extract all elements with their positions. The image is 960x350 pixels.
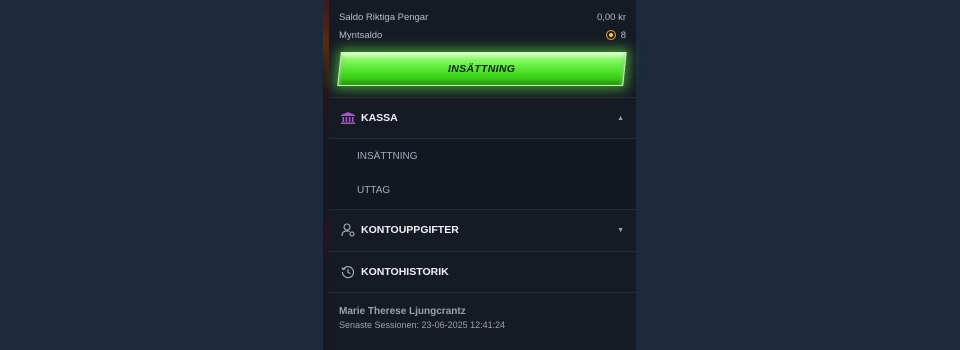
- bank-icon: [341, 112, 355, 124]
- history-icon: [341, 265, 355, 279]
- divider: [329, 292, 636, 293]
- user-settings-icon: [341, 223, 355, 237]
- coin-balance-label: Myntsaldo: [339, 29, 383, 41]
- coin-balance-value-wrap: 8: [605, 29, 626, 41]
- kassa-submenu: INSÄTTNING UTTAG: [329, 139, 636, 209]
- chevron-down-icon[interactable]: ▼: [617, 227, 624, 234]
- submenu-item-withdraw[interactable]: UTTAG: [357, 185, 390, 196]
- account-menu-panel: Saldo Riktiga Pengar 0,00 kr Myntsaldo 8…: [329, 0, 636, 350]
- deposit-button-label: INSÄTTNING: [448, 63, 516, 75]
- kassa-section-header[interactable]: KASSA ▲: [329, 98, 636, 138]
- coin-balance-row: Myntsaldo 8: [339, 27, 626, 43]
- real-money-value: 0,00 kr: [596, 11, 626, 23]
- real-money-balance-row: Saldo Riktiga Pengar 0,00 kr: [339, 9, 626, 25]
- deposit-button[interactable]: INSÄTTNING: [337, 52, 627, 86]
- account-history-header[interactable]: KONTOHISTORIK: [329, 252, 636, 292]
- coin-icon: [605, 29, 616, 40]
- chevron-up-icon[interactable]: ▲: [617, 115, 624, 122]
- user-name: Marie Therese Ljungcrantz: [339, 306, 466, 317]
- kassa-label: KASSA: [361, 112, 398, 124]
- real-money-label: Saldo Riktiga Pengar: [339, 11, 429, 23]
- last-session: Senaste Sessionen: 23-06-2025 12:41:24: [339, 320, 506, 330]
- account-details-label: KONTOUPPGIFTER: [361, 224, 459, 236]
- account-history-label: KONTOHISTORIK: [361, 266, 449, 278]
- account-details-header[interactable]: KONTOUPPGIFTER ▼: [329, 210, 636, 250]
- coin-balance-value: 8: [620, 29, 626, 41]
- submenu-item-deposit[interactable]: INSÄTTNING: [357, 151, 418, 162]
